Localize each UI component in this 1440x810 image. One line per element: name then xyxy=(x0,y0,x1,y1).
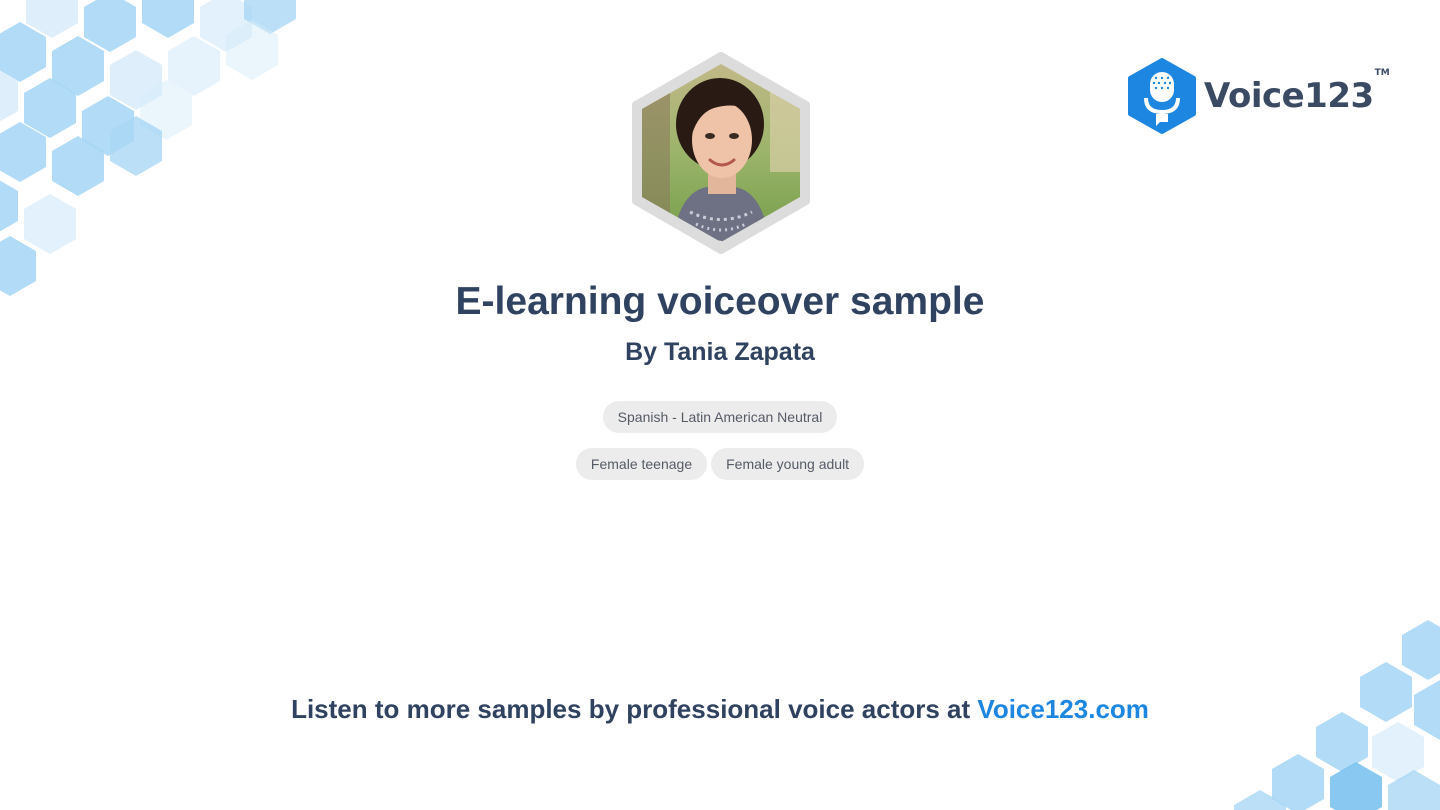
honeycomb-cell xyxy=(0,180,18,232)
trademark-mark: TM xyxy=(1374,68,1390,78)
language-tag: Spanish - Latin American Neutral xyxy=(602,401,838,433)
page-title: E-learning voiceover sample xyxy=(455,280,985,323)
artist-byline: By Tania Zapata xyxy=(625,338,815,366)
voice123-link[interactable]: Voice123.com xyxy=(977,694,1149,724)
footer-call-to-action: Listen to more samples by professional v… xyxy=(0,694,1440,725)
honeycomb-cell xyxy=(24,194,76,254)
page: Voice123 TM E-learning voiceover sample … xyxy=(0,0,1440,810)
language-tags: Spanish - Latin American Neutral xyxy=(0,401,1440,433)
footer-text: Listen to more samples by professional v… xyxy=(291,694,978,724)
microphone-logo-icon xyxy=(1128,58,1196,134)
voice123-logo[interactable]: Voice123 TM xyxy=(1126,58,1390,134)
avatar xyxy=(630,52,812,254)
portrait-photo xyxy=(632,52,810,254)
voice-age-tag: Female young adult xyxy=(711,448,865,480)
honeycomb-cell xyxy=(0,22,46,82)
honeycomb-cell xyxy=(142,0,194,38)
logo-wordmark: Voice123 xyxy=(1204,76,1374,116)
voice-age-tag: Female teenage xyxy=(575,448,708,480)
voice-age-tags: Female teenage Female young adult xyxy=(0,448,1440,480)
honeycomb-cell xyxy=(1402,620,1440,680)
